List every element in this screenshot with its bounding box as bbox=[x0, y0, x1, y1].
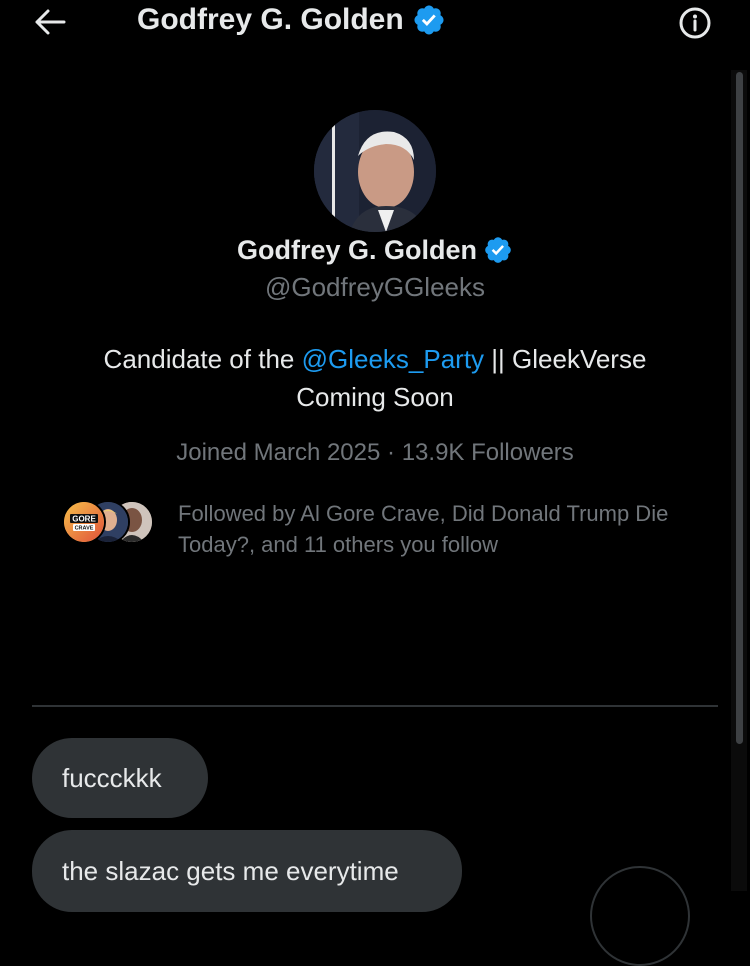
message-bubble[interactable]: fuccckkk bbox=[32, 738, 208, 818]
followed-by-text[interactable]: Followed by Al Gore Crave, Did Donald Tr… bbox=[178, 498, 698, 560]
divider bbox=[32, 705, 718, 707]
gore-crave-logo-bottom: CRAVE bbox=[75, 526, 94, 532]
verified-badge-icon bbox=[414, 5, 444, 35]
followed-by-avatars[interactable]: GORE CRAVE bbox=[62, 500, 162, 544]
avatar[interactable] bbox=[314, 110, 436, 232]
conversation-header: Godfrey G. Golden bbox=[0, 0, 750, 44]
bio-mention-link[interactable]: @Gleeks_Party bbox=[302, 344, 484, 374]
message-bubble[interactable]: the slazac gets me everytime bbox=[32, 830, 462, 912]
gore-crave-logo-top: GORE bbox=[72, 515, 96, 524]
header-title[interactable]: Godfrey G. Golden bbox=[137, 0, 446, 40]
verified-badge-icon bbox=[485, 237, 511, 263]
message-text: fuccckkk bbox=[62, 762, 162, 793]
scrollbar-thumb[interactable] bbox=[736, 72, 743, 744]
info-icon bbox=[679, 7, 711, 39]
followers-count[interactable]: 13.9K Followers bbox=[402, 439, 574, 466]
followed-avatar-al-gore-crave: GORE CRAVE bbox=[62, 500, 106, 544]
message-text: the slazac gets me everytime bbox=[62, 855, 399, 886]
profile-meta: Joined March 2025 · 13.9K Followers bbox=[0, 439, 750, 467]
profile-name-row: Godfrey G. Golden bbox=[0, 230, 750, 270]
bio-text-prefix: Candidate of the bbox=[103, 344, 302, 374]
profile-photo bbox=[314, 110, 436, 232]
back-button[interactable] bbox=[30, 2, 70, 42]
profile-name: Godfrey G. Golden bbox=[236, 234, 478, 265]
scroll-down-button[interactable] bbox=[590, 866, 690, 966]
joined-date: Joined March 2025 bbox=[176, 439, 381, 466]
profile-handle: @GodfreyGGleeks bbox=[264, 272, 486, 302]
profile-bio: Candidate of the @Gleeks_Party || GleekV… bbox=[60, 340, 690, 416]
meta-separator: · bbox=[387, 439, 396, 466]
header-name: Godfrey G. Golden bbox=[137, 3, 404, 36]
info-button[interactable] bbox=[676, 4, 714, 42]
arrow-left-icon bbox=[35, 9, 66, 35]
